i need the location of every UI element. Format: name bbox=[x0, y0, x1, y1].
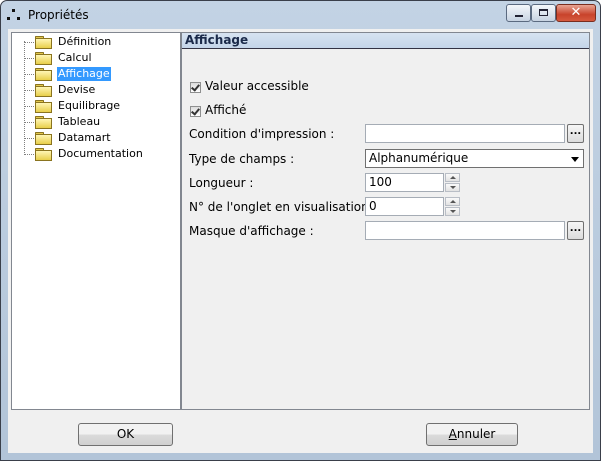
tree-item-label: Equilibrage bbox=[58, 99, 121, 112]
category-tree: Définition Calcul Affichage Devise Equil bbox=[11, 32, 181, 410]
tree-item-documentation[interactable]: Documentation bbox=[12, 146, 180, 162]
folder-icon bbox=[34, 132, 52, 145]
arrow-down-icon bbox=[450, 210, 456, 213]
spin-up-button[interactable] bbox=[445, 197, 460, 206]
condition-browse-button[interactable]: ... bbox=[567, 124, 584, 143]
tree-item-label: Devise bbox=[58, 83, 96, 96]
minimize-icon bbox=[515, 15, 523, 17]
type-champs-value: Alphanumérique bbox=[369, 151, 469, 165]
check-icon bbox=[191, 82, 200, 92]
affiche-checkbox[interactable] bbox=[190, 106, 201, 117]
onglet-rss-field[interactable]: 0 bbox=[365, 197, 444, 216]
tree-item-datamart[interactable]: Datamart bbox=[12, 130, 180, 146]
masque-label: Masque d'affichage : bbox=[189, 224, 314, 238]
tree-item-affichage[interactable]: Affichage bbox=[12, 66, 180, 82]
condition-label: Condition d'impression : bbox=[189, 127, 335, 141]
longueur-label: Longueur : bbox=[189, 176, 254, 190]
tree-item-label: Datamart bbox=[58, 131, 111, 144]
minimize-button[interactable] bbox=[506, 4, 531, 22]
check-icon bbox=[191, 106, 200, 116]
tree-item-calcul[interactable]: Calcul bbox=[12, 50, 180, 66]
arrow-up-icon bbox=[450, 176, 456, 179]
folder-icon bbox=[34, 100, 52, 113]
panel-header: Affichage bbox=[182, 33, 589, 49]
close-button[interactable]: ✕ bbox=[556, 4, 596, 22]
cancel-button[interactable]: Annuler bbox=[426, 423, 518, 446]
folder-icon bbox=[34, 116, 52, 129]
tree-item-definition[interactable]: Définition bbox=[12, 34, 180, 50]
tree-item-devise[interactable]: Devise bbox=[12, 82, 180, 98]
affiche-label: Affiché bbox=[205, 103, 247, 117]
tree-item-label: Affichage bbox=[57, 67, 111, 81]
tree-item-equilibrage[interactable]: Equilibrage bbox=[12, 98, 180, 114]
longueur-field[interactable]: 100 bbox=[365, 173, 444, 192]
tree-item-tableau[interactable]: Tableau bbox=[12, 114, 180, 130]
close-icon: ✕ bbox=[570, 5, 582, 20]
spin-up-button[interactable] bbox=[445, 173, 460, 182]
title-bar[interactable]: Propriétés ✕ bbox=[1, 1, 600, 29]
masque-browse-button[interactable]: ... bbox=[567, 221, 584, 240]
tree-item-label: Calcul bbox=[58, 51, 92, 64]
folder-icon bbox=[34, 52, 52, 65]
spin-down-button[interactable] bbox=[445, 207, 460, 216]
arrow-down-icon bbox=[450, 186, 456, 189]
folder-icon bbox=[34, 68, 52, 81]
cancel-label: nnuler bbox=[456, 427, 496, 441]
valeur-accessible-checkbox[interactable] bbox=[190, 82, 201, 93]
condition-field[interactable] bbox=[365, 124, 565, 143]
tree-item-label: Documentation bbox=[58, 147, 143, 160]
type-champs-select[interactable]: Alphanumérique bbox=[365, 149, 584, 168]
ok-button[interactable]: OK bbox=[78, 423, 173, 446]
folder-icon bbox=[34, 36, 52, 49]
panel-title: Affichage bbox=[185, 33, 249, 47]
type-champs-label: Type de champs : bbox=[189, 152, 295, 166]
valeur-accessible-label: Valeur accessible bbox=[205, 79, 309, 93]
folder-icon bbox=[34, 148, 52, 161]
chevron-down-icon bbox=[571, 157, 579, 162]
maximize-icon bbox=[539, 9, 548, 16]
arrow-up-icon bbox=[450, 200, 456, 203]
dialog-client: Définition Calcul Affichage Devise Equil bbox=[8, 29, 593, 453]
window-title: Propriétés bbox=[28, 8, 89, 22]
app-icon bbox=[7, 9, 21, 23]
masque-field[interactable] bbox=[365, 221, 565, 240]
onglet-rss-stepper[interactable] bbox=[445, 197, 460, 216]
tree-item-label: Définition bbox=[58, 35, 112, 48]
cancel-accelerator: A bbox=[448, 427, 457, 441]
spin-down-button[interactable] bbox=[445, 183, 460, 192]
maximize-button[interactable] bbox=[531, 4, 556, 22]
properties-dialog: Propriétés ✕ Définition Calcul Affichage bbox=[0, 0, 601, 461]
tree-item-label: Tableau bbox=[58, 115, 101, 128]
longueur-stepper[interactable] bbox=[445, 173, 460, 192]
folder-icon bbox=[34, 84, 52, 97]
settings-panel: Affichage Valeur accessible Affiché Cond… bbox=[181, 32, 590, 410]
